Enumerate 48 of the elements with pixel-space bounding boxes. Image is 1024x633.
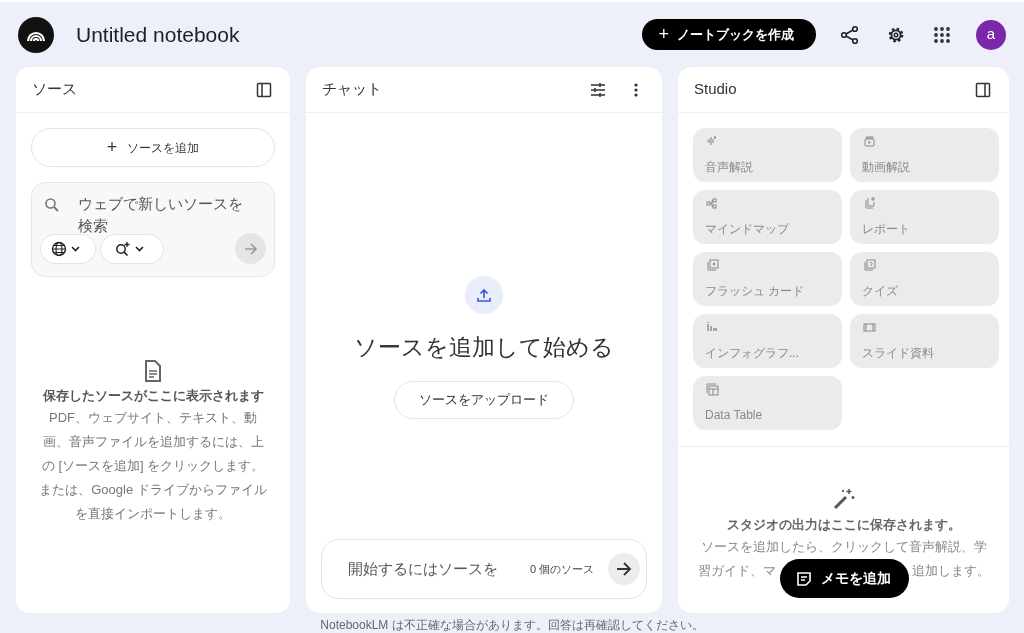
studio-tile[interactable]: レポート: [850, 190, 999, 244]
arrow-icon: [615, 560, 633, 578]
upload-icon: [465, 276, 503, 314]
empty-state-text: ソースを追加したら、クリックして音声解説、学: [700, 537, 987, 556]
studio-tile[interactable]: フラッシュ カード: [693, 252, 842, 306]
empty-state-text: 習ガイド、マ: [697, 561, 776, 580]
studio-tile[interactable]: スライド資料: [850, 314, 999, 368]
studio-tile[interactable]: クイズ: [850, 252, 999, 306]
research-mode-dropdown[interactable]: [100, 233, 164, 264]
video-icon: [862, 134, 877, 149]
web-source-dropdown[interactable]: [40, 233, 96, 264]
add-note-button[interactable]: メモを追加: [780, 559, 909, 598]
slides-icon: [862, 320, 877, 335]
search-icon: [44, 197, 60, 213]
upload-source-button[interactable]: ソースをアップロード: [394, 380, 574, 419]
add-source-button[interactable]: + ソースを追加: [31, 128, 275, 167]
mindmap-icon: [705, 196, 720, 211]
report-icon: [862, 196, 877, 211]
search-box[interactable]: ウェブで新しいソースを検索: [31, 182, 275, 277]
logo-icon[interactable]: [18, 16, 54, 53]
create-notebook-button[interactable]: + ノートブックを作成: [642, 19, 816, 50]
web-search-field[interactable]: ウェブで新しいソースを検索: [78, 193, 254, 239]
studio-tile[interactable]: インフォグラフ...: [693, 314, 842, 368]
disclaimer-text: NotebookLM は不正確な場合があります。回答は再確認してください。: [320, 618, 704, 632]
document-icon: [144, 360, 162, 382]
user-avatar[interactable]: a: [976, 19, 1006, 50]
empty-state-text: PDF、ウェブサイト、テキスト、動画、音声ファイルを追加するには、上の [ソースを追加] をクリックします。または、Google ドライブからファイルを直接インポートします。: [38, 408, 268, 523]
send-button[interactable]: [608, 553, 640, 585]
studio-tile[interactable]: 音声解説: [693, 128, 842, 182]
empty-chat-heading: ソースを追加して始める: [354, 333, 614, 362]
quiz-icon: [862, 258, 877, 273]
studio-tile[interactable]: Data Table: [693, 376, 842, 430]
magic-wand-icon: [831, 487, 856, 511]
flashcard-icon: [705, 258, 720, 273]
panel-title: Studio: [694, 79, 737, 100]
notebook-title[interactable]: Untitled notebook: [76, 18, 240, 51]
table-icon: [705, 382, 720, 397]
arrow-icon: [242, 240, 259, 257]
studio-tile[interactable]: マインドマップ: [693, 190, 842, 244]
chat-composer[interactable]: 開始するにはソースを 0 個のソース: [321, 539, 647, 599]
note-icon: [796, 570, 812, 587]
empty-state-title: スタジオの出力はここに保存されます。: [726, 516, 961, 534]
panel-title: ソース: [32, 79, 77, 100]
panel-title: チャット: [322, 79, 382, 100]
source-count: 0 個のソース: [530, 561, 595, 577]
empty-state-text: 追加します。: [911, 561, 990, 580]
empty-state-title: 保存したソースがここに表示されます: [42, 387, 264, 405]
studio-tile[interactable]: 動画解説: [850, 128, 999, 182]
